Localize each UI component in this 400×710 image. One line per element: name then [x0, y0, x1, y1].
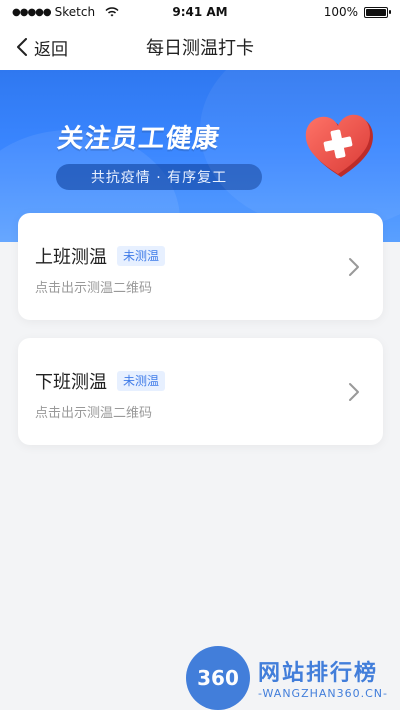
watermark-logo: 360: [186, 645, 250, 710]
status-badge: 未测温: [117, 371, 166, 391]
heart-medical-icon: [305, 114, 373, 177]
card-title-row: 下班测温 未测温: [35, 368, 166, 394]
status-badge: 未测温: [117, 246, 166, 266]
banner-slogan: 共抗疫情 · 有序复工: [56, 164, 262, 190]
card-hint: 点击出示测温二维码: [35, 406, 153, 421]
chevron-left-icon: [17, 38, 27, 56]
page-title: 每日测温打卡: [146, 38, 254, 59]
card-hint: 点击出示测温二维码: [35, 281, 153, 296]
watermark: 360 网站排行榜 -WANGZHAN360.CN-: [186, 645, 400, 710]
status-bar: ●●●●● Sketch 9:41 AM 100%: [0, 0, 400, 24]
nav-bar: 返回 每日测温打卡: [0, 24, 400, 70]
card-title-row: 上班测温 未测温: [35, 243, 166, 269]
watermark-text: 网站排行榜 -WANGZHAN360.CN-: [258, 655, 388, 700]
chevron-right-icon: [349, 383, 359, 401]
chevron-right-icon: [349, 258, 359, 276]
checkin-card-start[interactable]: 上班测温 未测温 点击出示测温二维码: [18, 213, 383, 320]
watermark-name: 网站排行榜: [258, 661, 379, 686]
watermark-domain: -WANGZHAN360.CN-: [258, 687, 389, 700]
battery-icon: [364, 6, 391, 18]
status-time: 9:41 AM: [172, 5, 228, 19]
card-title: 上班测温: [35, 247, 107, 268]
back-button[interactable]: 返回: [16, 24, 68, 70]
banner-headline: 关注员工健康: [55, 124, 222, 154]
battery-fill: [366, 8, 386, 16]
checkin-card-end[interactable]: 下班测温 未测温 点击出示测温二维码: [18, 338, 383, 445]
card-title: 下班测温: [35, 372, 107, 393]
back-label: 返回: [34, 39, 68, 60]
